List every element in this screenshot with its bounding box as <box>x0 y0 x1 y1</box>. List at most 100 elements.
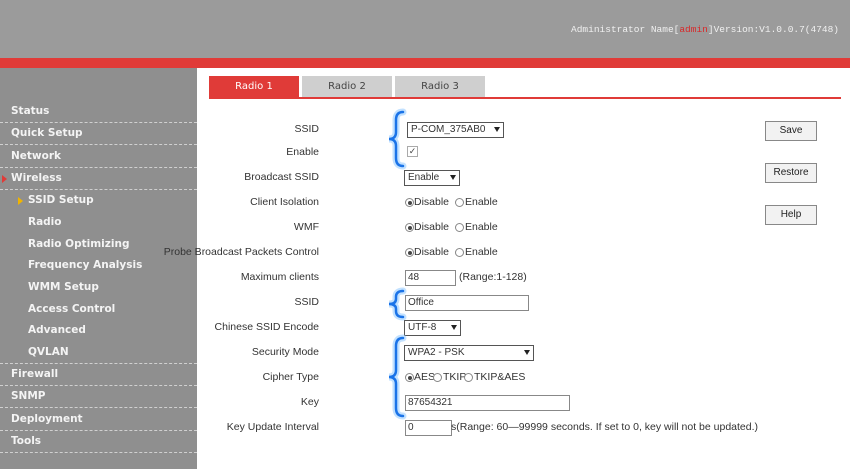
sidebar-item-advanced[interactable]: Advanced <box>0 320 197 342</box>
cipher-tkip-aes-radio[interactable] <box>464 373 473 382</box>
client-isolation-enable-text: Enable <box>465 196 498 208</box>
cipher-tkip-aes-text: TKIP&AES <box>474 371 526 383</box>
ssid-select-row: SSID P-COM_375AB0 <box>197 120 797 140</box>
wmf-disable-text: Disable <box>414 221 450 233</box>
sidebar-item-label: Access Control <box>28 303 116 315</box>
probe-label: Probe Broadcast Packets Control <box>163 246 319 258</box>
tab-radio-3[interactable]: Radio 3 <box>395 76 485 98</box>
tab-radio-1[interactable]: Radio 1 <box>209 76 299 98</box>
probe-enable-radio[interactable] <box>455 248 464 257</box>
client-isolation-enable-radio[interactable] <box>455 198 464 207</box>
enable-label: Enable <box>286 146 319 158</box>
sidebar-item-label: Quick Setup <box>11 127 83 139</box>
client-isolation-row: Client Isolation Disable Enable <box>197 193 797 213</box>
restore-button[interactable]: Restore <box>765 163 817 183</box>
ssid-select-value: P-COM_375AB0 <box>411 124 486 135</box>
enable-checkbox[interactable]: ✓ <box>407 146 418 157</box>
sidebar-item-snmp[interactable]: SNMP <box>0 386 197 408</box>
sidebar-item-label: Status <box>11 105 50 117</box>
sidebar-item-label: Firewall <box>11 368 59 380</box>
max-clients-range: (Range:1-128) <box>459 271 527 283</box>
tab-radio-2[interactable]: Radio 2 <box>302 76 392 98</box>
client-isolation-disable-radio[interactable] <box>405 198 414 207</box>
ssid-name-label: SSID <box>294 296 319 308</box>
selected-arrow-icon <box>18 197 23 205</box>
chinese-encode-value: UTF-8 <box>408 322 437 333</box>
key-update-label: Key Update Interval <box>226 421 319 433</box>
sidebar-item-label: Tools <box>11 435 42 447</box>
key-input[interactable]: 87654321 <box>405 395 570 411</box>
chevron-down-icon <box>494 127 500 132</box>
wmf-disable-radio[interactable] <box>405 223 414 232</box>
probe-enable-text: Enable <box>465 246 498 258</box>
enable-row: Enable ✓ <box>197 143 797 163</box>
key-update-range: s(Range: 60—99999 seconds. If set to 0, … <box>451 421 759 433</box>
chinese-encode-select[interactable]: UTF-8 <box>404 320 461 336</box>
max-clients-label: Maximum clients <box>240 271 319 283</box>
sidebar-item-status[interactable]: Status <box>0 101 197 123</box>
broadcast-ssid-label: Broadcast SSID <box>244 171 319 183</box>
tab-underline <box>209 97 841 99</box>
wmf-row: WMF Disable Enable <box>197 218 797 238</box>
probe-disable-radio[interactable] <box>405 248 414 257</box>
sidebar-item-network[interactable]: Network <box>0 146 197 168</box>
sidebar-item-label: Advanced <box>28 324 86 336</box>
sidebar-item-label: Radio <box>28 216 62 228</box>
admin-username: admin <box>679 24 708 35</box>
header-accent-bar <box>0 58 850 68</box>
sidebar-item-label: QVLAN <box>28 346 69 358</box>
security-mode-select[interactable]: WPA2 - PSK <box>404 345 534 361</box>
sidebar-item-deployment[interactable]: Deployment <box>0 409 197 431</box>
sidebar-item-label: Deployment <box>11 413 83 425</box>
probe-row: Probe Broadcast Packets Control Disable … <box>164 243 797 263</box>
cipher-tkip-text: TKIP <box>443 371 467 383</box>
probe-disable-text: Disable <box>414 246 450 258</box>
max-clients-input[interactable]: 48 <box>405 270 456 286</box>
sidebar-item-label: Radio Optimizing <box>28 238 130 250</box>
help-button[interactable]: Help <box>765 205 817 225</box>
sidebar-item-tools[interactable]: Tools <box>0 431 197 453</box>
cipher-type-label: Cipher Type <box>262 371 319 383</box>
ssid-name-row: SSID Office <box>197 293 797 313</box>
ssid-select-label: SSID <box>294 123 319 135</box>
key-update-input[interactable]: 0 <box>405 420 452 436</box>
client-isolation-disable-text: Disable <box>414 196 450 208</box>
key-label: Key <box>300 396 319 408</box>
admin-prefix: Administrator Name[ <box>571 24 680 35</box>
client-isolation-label: Client Isolation <box>250 196 319 208</box>
wmf-enable-radio[interactable] <box>455 223 464 232</box>
sidebar-item-label: Network <box>11 150 62 162</box>
chinese-encode-label: Chinese SSID Encode <box>214 321 319 333</box>
sidebar-item-frequency-analysis[interactable]: Frequency Analysis <box>0 255 197 277</box>
chevron-down-icon <box>450 175 456 180</box>
key-update-row: Key Update Interval 0 s(Range: 60—99999 … <box>197 418 797 438</box>
version-text: ]Version:V1.0.0.7(4748) <box>707 24 839 35</box>
cipher-type-row: Cipher Type AES TKIP TKIP&AES <box>197 368 797 388</box>
ssid-name-input[interactable]: Office <box>405 295 529 311</box>
save-button[interactable]: Save <box>765 121 817 141</box>
sidebar-item-wmm-setup[interactable]: WMM Setup <box>0 277 197 299</box>
sidebar-item-label: SNMP <box>11 390 46 402</box>
sidebar-item-wireless[interactable]: Wireless <box>0 168 197 190</box>
sidebar-item-label: WMM Setup <box>28 281 99 293</box>
ssid-select-dropdown[interactable]: P-COM_375AB0 <box>407 122 504 138</box>
sidebar-item-ssid-setup[interactable]: SSID Setup <box>0 190 197 212</box>
broadcast-ssid-select[interactable]: Enable <box>404 170 460 186</box>
expanded-arrow-icon <box>2 175 7 183</box>
sidebar-item-radio[interactable]: Radio <box>0 212 197 234</box>
broadcast-ssid-row: Broadcast SSID Enable <box>197 168 797 188</box>
wmf-enable-text: Enable <box>465 221 498 233</box>
sidebar-item-quick-setup[interactable]: Quick Setup <box>0 123 197 145</box>
sidebar-item-firewall[interactable]: Firewall <box>0 364 197 386</box>
cipher-aes-text: AES <box>414 371 436 383</box>
cipher-aes-radio[interactable] <box>405 373 414 382</box>
sidebar-item-qvlan[interactable]: QVLAN <box>0 342 197 364</box>
cipher-tkip-radio[interactable] <box>433 373 442 382</box>
admin-version-info: Administrator Name[admin]Version:V1.0.0.… <box>571 24 839 35</box>
sidebar: Status Quick Setup Network Wireless SSID… <box>0 68 197 469</box>
sidebar-item-label: Wireless <box>11 172 62 184</box>
security-mode-label: Security Mode <box>251 346 319 358</box>
broadcast-ssid-value: Enable <box>408 172 440 183</box>
wmf-label: WMF <box>293 221 319 233</box>
sidebar-item-access-control[interactable]: Access Control <box>0 299 197 321</box>
